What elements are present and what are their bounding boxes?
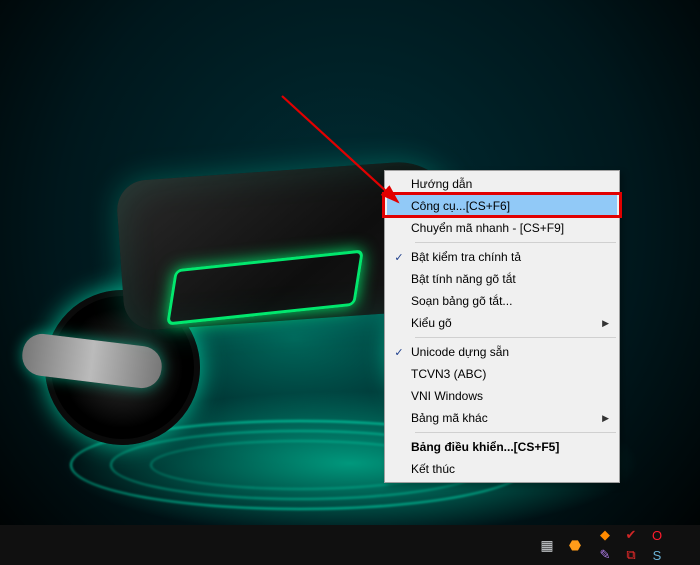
check-icon: ✓ [387,346,411,359]
check-icon: ✓ [387,251,411,264]
menu-item-label: Bảng điều khiển...[CS+F5] [411,440,597,454]
menu-item-label: Bật tính năng gõ tắt [411,272,597,286]
menu-item[interactable]: Kiểu gõ▶ [387,312,617,334]
system-tray[interactable]: ◆ ✔ O ✎ ⧉ S [592,525,700,565]
app-icon[interactable]: ▦ [538,536,556,554]
shield-icon[interactable]: ✔ [623,527,639,543]
menu-item[interactable]: Hướng dẫn [387,173,617,195]
menu-item-label: Bật kiểm tra chính tả [411,250,597,264]
menu-separator [415,242,616,243]
opera-icon[interactable]: O [649,527,665,543]
security-icon[interactable]: ⬣ [566,536,584,554]
avast-icon[interactable]: ◆ [597,527,613,543]
menu-item-label: Bảng mã khác [411,411,597,425]
menu-item[interactable]: ✓Bật kiểm tra chính tả [387,246,617,268]
menu-item[interactable]: Chuyển mã nhanh - [CS+F9] [387,217,617,239]
menu-item-label: Unicode dựng sẵn [411,345,597,359]
blank2-icon[interactable] [675,547,691,563]
blank-icon[interactable] [675,527,691,543]
menu-item[interactable]: Bảng điều khiển...[CS+F5] [387,436,617,458]
menu-item-label: Kết thúc [411,462,597,476]
menu-item-label: Soạn bảng gõ tắt... [411,294,597,308]
menu-item[interactable]: Kết thúc [387,458,617,480]
system-tray-lead[interactable]: ▦⬣ [538,525,592,565]
menu-item[interactable]: VNI Windows [387,385,617,407]
menu-item[interactable]: TCVN3 (ABC) [387,363,617,385]
submenu-arrow-icon: ▶ [597,413,609,424]
menu-item[interactable]: Bật tính năng gõ tắt [387,268,617,290]
menu-separator [415,337,616,338]
submenu-arrow-icon: ▶ [597,318,609,329]
menu-item-label: TCVN3 (ABC) [411,367,597,381]
menu-item[interactable]: Soạn bảng gõ tắt... [387,290,617,312]
skype-icon[interactable]: S [649,547,665,563]
unikey-context-menu[interactable]: Hướng dẫn Công cụ...[CS+F6] Chuyển mã nhan… [384,170,620,483]
menu-item-label: Kiểu gõ [411,316,597,330]
menu-item[interactable]: Công cụ...[CS+F6] [387,195,617,217]
menu-item-label: Chuyển mã nhanh - [CS+F9] [411,221,597,235]
menu-separator [415,432,616,433]
menu-item-label: Công cụ...[CS+F6] [411,199,597,213]
feather-icon[interactable]: ✎ [597,547,613,563]
record-icon[interactable]: ⧉ [623,547,639,563]
menu-item[interactable]: Bảng mã khác▶ [387,407,617,429]
menu-item-label: VNI Windows [411,389,597,403]
menu-item-label: Hướng dẫn [411,177,597,191]
menu-item[interactable]: ✓Unicode dựng sẵn [387,341,617,363]
taskbar[interactable]: ▦⬣ ◆✔O✎⧉S [0,525,700,565]
